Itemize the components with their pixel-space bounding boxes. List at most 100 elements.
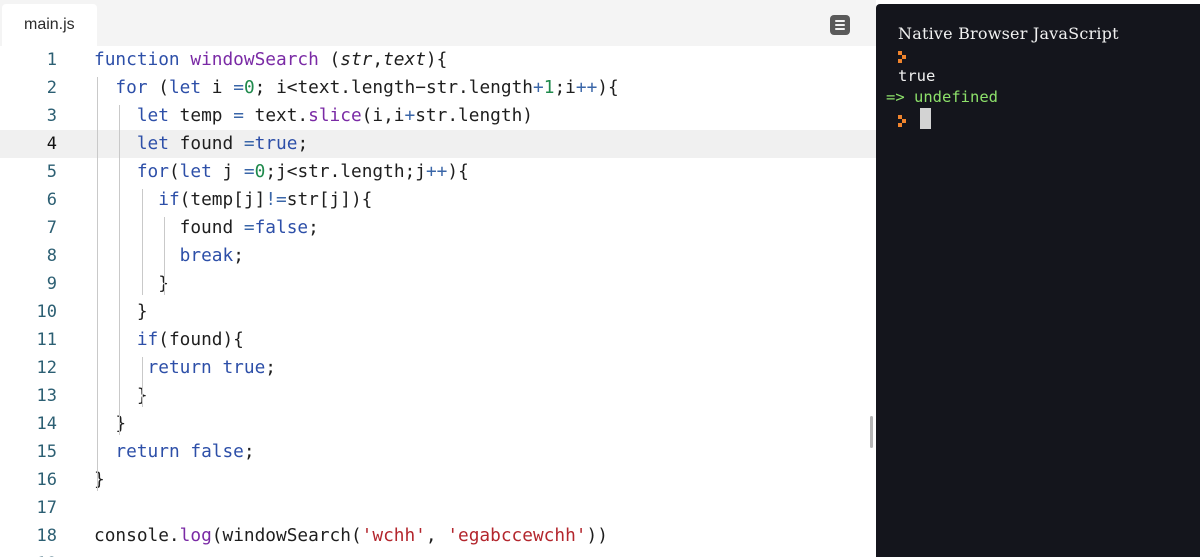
code-token: text (383, 49, 426, 70)
code-editor: main.js 1 function windowSearch (str,text… (0, 0, 876, 557)
code-token: )) (586, 525, 608, 546)
code-token: = (243, 161, 255, 182)
code-token: + (533, 77, 544, 98)
code-token: ; (297, 133, 309, 154)
code-line[interactable]: 12 return true; (0, 354, 876, 382)
code-token: = (233, 105, 244, 126)
code-line[interactable]: 6 if(temp[j]!=str[j]){ (0, 186, 876, 214)
code-line[interactable]: 13 } (0, 382, 876, 410)
code-token: return true (147, 357, 266, 378)
line-number: 14 (36, 414, 57, 434)
line-code: } (94, 298, 148, 326)
line-code: console.log(windowSearch('wchh', 'egabcc… (94, 522, 608, 550)
code-token: } (94, 273, 169, 294)
code-token: if (158, 189, 180, 210)
code-token: ; (233, 245, 244, 266)
code-line[interactable]: 19 (0, 550, 876, 557)
code-line[interactable]: 2 for (let i =0; i<text.length−str.lengt… (0, 74, 876, 102)
code-line[interactable]: 14 } (0, 410, 876, 438)
code-line[interactable]: 10 } (0, 298, 876, 326)
code-token: 0 (243, 77, 255, 98)
console-output: true (898, 67, 936, 85)
code-line[interactable]: 16} (0, 466, 876, 494)
code-token: ++ (425, 161, 448, 182)
line-number: 19 (0, 550, 57, 557)
line-code: if(found){ (94, 326, 244, 354)
line-code: found =false; (94, 214, 319, 242)
code-token: if (136, 329, 159, 350)
line-code: let temp = text.slice(i,i+str.length) (94, 102, 533, 130)
prompt-chevron-icon (898, 51, 906, 63)
code-token: found (168, 133, 244, 154)
line-code: function windowSearch (str,text){ (94, 46, 447, 74)
code-line[interactable]: 17 (0, 494, 876, 522)
code-token: ){ (597, 77, 619, 98)
code-token: ( (147, 77, 169, 98)
prompt-chevron-icon (898, 115, 906, 127)
code-token: i (201, 77, 234, 98)
code-line[interactable]: 8 break; (0, 242, 876, 270)
line-number: 13 (36, 386, 57, 406)
code-token: break (179, 245, 234, 266)
line-number: 5 (46, 162, 57, 182)
code-token: (i,i (361, 105, 405, 126)
pane-resize-handle[interactable] (870, 416, 873, 448)
code-token: false (254, 217, 309, 238)
code-line[interactable]: 5 for(let j =0;j<str.length;j++){ (0, 158, 876, 186)
code-line[interactable]: 4 let found =true; (0, 130, 876, 158)
console-title: Native Browser JavaScript (898, 24, 1119, 43)
code-line[interactable]: 18 console.log(windowSearch('wchh', 'egab… (0, 522, 876, 550)
line-code: return true; (94, 354, 276, 382)
line-code: } (94, 382, 148, 410)
code-token: } (94, 301, 148, 322)
line-number: 1 (46, 50, 57, 70)
code-token: ( (168, 161, 180, 182)
line-number: 18 (36, 526, 57, 546)
code-token: temp (168, 105, 234, 126)
code-token: true (254, 133, 298, 154)
line-code: let found =true; (94, 130, 308, 158)
document-icon[interactable] (830, 15, 850, 35)
code-token: 'egabccewchh' (447, 525, 587, 546)
line-number: 11 (36, 330, 57, 350)
indent-guide (97, 77, 98, 491)
code-token: (temp[j] (179, 189, 266, 210)
code-line[interactable]: 11 if(found){ (0, 326, 876, 354)
code-line[interactable]: 3 let temp = text.slice(i,i+str.length) (0, 102, 876, 130)
code-token: 'wchh' (361, 525, 426, 546)
code-token: ; (308, 217, 319, 238)
line-code: } (94, 410, 126, 438)
code-token: = (233, 77, 244, 98)
code-token: let (179, 161, 212, 182)
tab-main-js[interactable]: main.js (2, 4, 97, 46)
line-code: if(temp[j]!=str[j]){ (94, 186, 372, 214)
console-panel[interactable]: Native Browser JavaScript true => undefi… (876, 4, 1200, 557)
code-line[interactable]: 1 function windowSearch (str,text){ (0, 46, 876, 74)
console-input-cursor[interactable] (920, 108, 931, 129)
code-token: let (168, 77, 202, 98)
line-number: 4 (46, 134, 57, 154)
line-number: 16 (36, 470, 57, 490)
line-number: 8 (46, 246, 57, 266)
code-token: console. (94, 525, 180, 546)
code-token: log (179, 525, 212, 546)
code-token: + (404, 105, 416, 126)
code-token: ( (318, 49, 341, 70)
code-token: for (115, 77, 148, 98)
code-token: (found){ (158, 329, 244, 350)
code-token: str[j]){ (286, 189, 373, 210)
code-token: function (94, 49, 191, 70)
line-code: } (94, 466, 105, 494)
code-line[interactable]: 7 found =false; (0, 214, 876, 242)
code-token: let (136, 133, 169, 154)
code-token: ; i<text.length−str.length (254, 77, 533, 98)
code-token: windowSearch (190, 49, 319, 70)
code-line[interactable]: 15 return false; (0, 438, 876, 466)
code-token: (windowSearch( (211, 525, 362, 546)
line-number: 12 (36, 358, 57, 378)
code-line[interactable]: 9 } (0, 270, 876, 298)
